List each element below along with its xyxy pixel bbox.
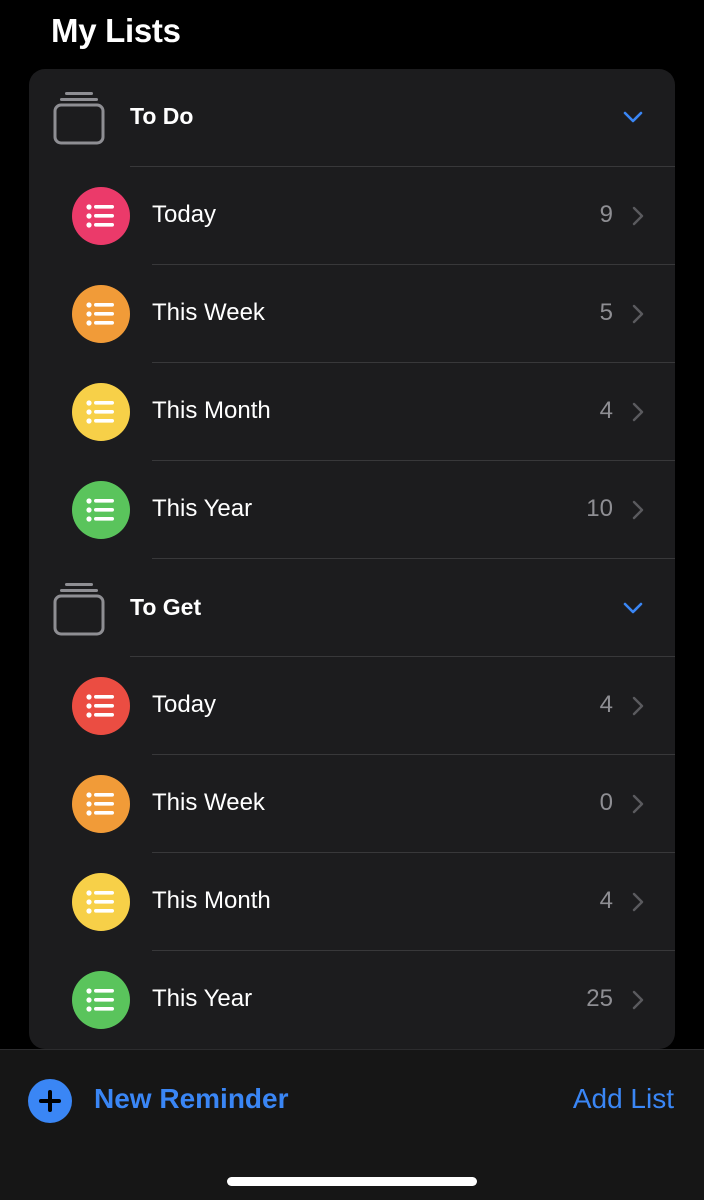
list-bullet-icon bbox=[72, 383, 130, 441]
list-name: This Month bbox=[152, 887, 271, 914]
new-reminder-label: New Reminder bbox=[94, 1083, 289, 1114]
list-count: 4 bbox=[599, 691, 613, 718]
list-bullet-icon bbox=[72, 873, 130, 931]
list-count: 5 bbox=[599, 299, 613, 326]
list-row-to-get-this-week[interactable]: This Week 0 bbox=[29, 755, 675, 853]
chevron-down-icon[interactable] bbox=[621, 107, 645, 127]
list-name: This Month bbox=[152, 397, 271, 424]
stacked-folder-icon bbox=[53, 583, 105, 636]
list-row-to-do-this-year[interactable]: This Year 10 bbox=[29, 461, 675, 559]
chevron-down-icon[interactable] bbox=[621, 598, 645, 618]
list-name: Today bbox=[152, 691, 217, 718]
chevron-right-icon bbox=[632, 794, 644, 814]
group-header-to-get[interactable]: To Get bbox=[29, 560, 675, 658]
list-row-to-do-this-month[interactable]: This Month 4 bbox=[29, 363, 675, 461]
list-name: This Week bbox=[152, 299, 265, 326]
list-count: 0 bbox=[599, 789, 613, 816]
list-bullet-icon bbox=[72, 481, 130, 539]
chevron-right-icon bbox=[632, 892, 644, 912]
list-name: Today bbox=[152, 201, 217, 228]
plus-circle-icon bbox=[28, 1079, 72, 1123]
group-header-to-do[interactable]: To Do bbox=[29, 69, 675, 167]
chevron-right-icon bbox=[632, 206, 644, 226]
bottom-toolbar: New Reminder Add List bbox=[0, 1049, 704, 1200]
list-bullet-icon bbox=[72, 187, 130, 245]
list-row-to-get-today[interactable]: Today 4 bbox=[29, 657, 675, 755]
chevron-right-icon bbox=[632, 696, 644, 716]
list-name: This Year bbox=[152, 985, 253, 1012]
list-row-to-get-this-year[interactable]: This Year 25 bbox=[29, 951, 675, 1049]
list-count: 4 bbox=[599, 397, 613, 424]
list-count: 10 bbox=[586, 495, 613, 522]
list-count: 9 bbox=[599, 201, 613, 228]
list-bullet-icon bbox=[72, 775, 130, 833]
list-row-to-do-today[interactable]: Today 9 bbox=[29, 167, 675, 265]
list-row-to-do-this-week[interactable]: This Week 5 bbox=[29, 265, 675, 363]
list-name: This Year bbox=[152, 495, 253, 522]
group-title: To Get bbox=[130, 594, 202, 620]
stacked-folder-icon bbox=[53, 92, 105, 145]
home-indicator[interactable] bbox=[227, 1177, 477, 1186]
chevron-right-icon bbox=[632, 402, 644, 422]
divider bbox=[152, 558, 675, 559]
list-bullet-icon bbox=[72, 971, 130, 1029]
chevron-right-icon bbox=[632, 990, 644, 1010]
chevron-right-icon bbox=[632, 304, 644, 324]
add-list-button[interactable]: Add List bbox=[573, 1083, 674, 1115]
list-count: 4 bbox=[599, 887, 613, 914]
list-bullet-icon bbox=[72, 677, 130, 735]
list-name: This Week bbox=[152, 789, 265, 816]
list-bullet-icon bbox=[72, 285, 130, 343]
list-count: 25 bbox=[586, 985, 613, 1012]
lists-card: To Do Today 9 This Week 5 This Month 4 T… bbox=[29, 69, 675, 1049]
reminders-screen: My Lists To Do Today 9 This Week 5 This … bbox=[0, 0, 704, 1200]
group-title: To Do bbox=[130, 103, 194, 129]
page-title: My Lists bbox=[51, 12, 181, 49]
chevron-right-icon bbox=[632, 500, 644, 520]
list-row-to-get-this-month[interactable]: This Month 4 bbox=[29, 853, 675, 951]
